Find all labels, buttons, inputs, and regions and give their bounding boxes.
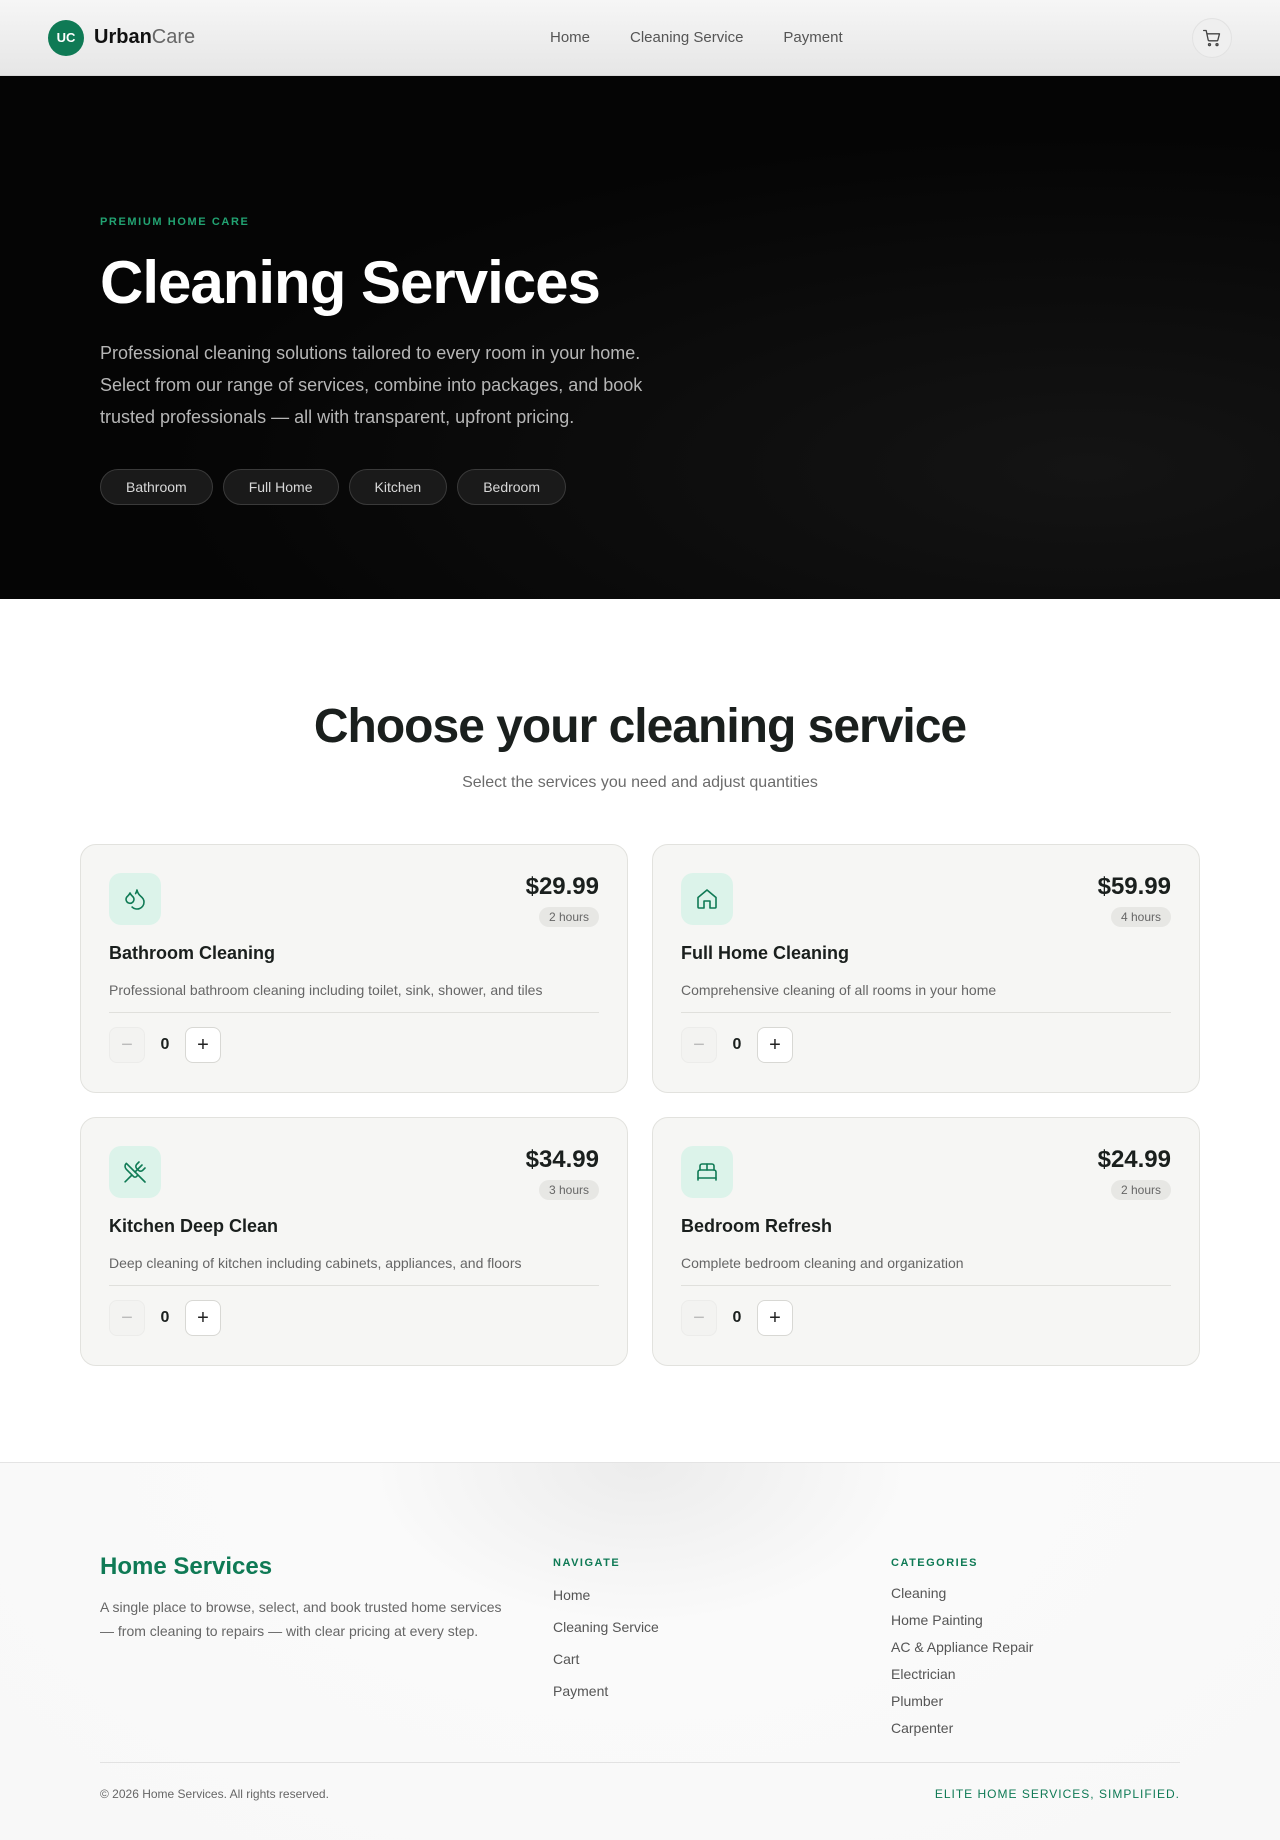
service-card-bathroom: $29.99 2 hours Bathroom Cleaning Profess…: [80, 844, 628, 1093]
footer-link-cart[interactable]: Cart: [553, 1651, 891, 1667]
logo-badge: UC: [48, 19, 84, 56]
service-duration-badge: 3 hours: [538, 1180, 599, 1200]
service-price: $34.99: [525, 1146, 599, 1173]
brand-name-light: Care: [151, 26, 196, 48]
hero-kicker: PREMIUM HOME CARE: [100, 216, 250, 228]
logo[interactable]: UC UrbanCare: [48, 19, 195, 56]
footer-brand: Home Services A single place to browse, …: [100, 1553, 553, 1736]
footer-link-cleaning-service[interactable]: Cleaning Service: [553, 1619, 891, 1635]
service-description: Comprehensive cleaning of all rooms in y…: [681, 982, 997, 998]
decrement-button[interactable]: −: [109, 1027, 145, 1063]
footer-link-home[interactable]: Home: [553, 1587, 891, 1603]
service-duration-badge: 2 hours: [1110, 1180, 1171, 1200]
decrement-button[interactable]: −: [681, 1300, 717, 1336]
plus-icon: +: [197, 1306, 209, 1329]
service-duration-badge: 2 hours: [538, 907, 599, 927]
minus-icon: −: [121, 1306, 133, 1329]
service-card-full-home: $59.99 4 hours Full Home Cleaning Compre…: [652, 844, 1200, 1093]
plus-icon: +: [197, 1033, 209, 1056]
increment-button[interactable]: +: [185, 1027, 221, 1063]
footer-navigate-heading: NAVIGATE: [553, 1557, 621, 1569]
top-navbar: UC UrbanCare Home Cleaning Service Payme…: [0, 0, 1280, 76]
cart-icon: [1203, 29, 1221, 46]
footer-category-plumber[interactable]: Plumber: [891, 1693, 1033, 1709]
nav-link-home[interactable]: Home: [550, 29, 590, 46]
service-description: Complete bedroom cleaning and organizati…: [681, 1255, 964, 1271]
footer-categories-heading: CATEGORIES: [891, 1557, 978, 1569]
divider: [681, 1012, 1171, 1013]
footer-navigate: NAVIGATE Home Cleaning Service Cart Paym…: [553, 1553, 891, 1736]
quantity-stepper: − 0 +: [109, 1027, 599, 1063]
quantity-value: 0: [160, 1309, 170, 1326]
footer-category-electrician[interactable]: Electrician: [891, 1666, 1033, 1682]
service-price: $24.99: [1097, 1146, 1171, 1173]
service-duration-badge: 4 hours: [1110, 907, 1171, 927]
service-grid: $29.99 2 hours Bathroom Cleaning Profess…: [80, 844, 1200, 1366]
bed-icon: [681, 1146, 733, 1198]
quantity-value: 0: [732, 1309, 742, 1326]
chip-bedroom[interactable]: Bedroom: [457, 469, 567, 505]
quantity-value: 0: [732, 1036, 742, 1053]
minus-icon: −: [693, 1033, 705, 1056]
quantity-stepper: − 0 +: [681, 1300, 1171, 1336]
chip-bathroom[interactable]: Bathroom: [100, 469, 213, 505]
quantity-value: 0: [160, 1036, 170, 1053]
brand-name-bold: Urban: [94, 26, 152, 48]
service-price: $59.99: [1097, 873, 1171, 900]
service-card-bedroom: $24.99 2 hours Bedroom Refresh Complete …: [652, 1117, 1200, 1366]
plus-icon: +: [769, 1306, 781, 1329]
divider: [109, 1285, 599, 1286]
footer-title: Home Services: [100, 1553, 273, 1580]
services-subtitle: Select the services you need and adjust …: [462, 774, 818, 791]
brand-name: UrbanCare: [94, 26, 195, 49]
decrement-button[interactable]: −: [109, 1300, 145, 1336]
footer-link-payment[interactable]: Payment: [553, 1683, 891, 1699]
increment-button[interactable]: +: [185, 1300, 221, 1336]
footer-category-carpenter[interactable]: Carpenter: [891, 1720, 1033, 1736]
footer-bottom-bar: © 2026 Home Services. All rights reserve…: [100, 1762, 1180, 1801]
service-title: Kitchen Deep Clean: [109, 1216, 279, 1236]
main-nav: Home Cleaning Service Payment: [550, 29, 843, 46]
droplets-icon: [109, 873, 161, 925]
hero-description: Professional cleaning solutions tailored…: [100, 343, 643, 427]
footer: Home Services A single place to browse, …: [0, 1462, 1280, 1840]
quantity-stepper: − 0 +: [681, 1027, 1171, 1063]
cart-button[interactable]: [1192, 17, 1232, 58]
footer-tagline: ELITE HOME SERVICES, SIMPLIFIED.: [934, 1787, 1180, 1801]
service-description: Professional bathroom cleaning including…: [109, 982, 543, 998]
divider: [109, 1012, 599, 1013]
quantity-stepper: − 0 +: [109, 1300, 599, 1336]
service-title: Bedroom Refresh: [681, 1216, 833, 1236]
plus-icon: +: [769, 1033, 781, 1056]
footer-category-cleaning[interactable]: Cleaning: [891, 1585, 1033, 1601]
nav-link-cleaning-service[interactable]: Cleaning Service: [630, 29, 743, 46]
decrement-button[interactable]: −: [681, 1027, 717, 1063]
chip-full-home[interactable]: Full Home: [222, 469, 339, 505]
hero-title: Cleaning Services: [100, 249, 601, 316]
chip-kitchen[interactable]: Kitchen: [348, 469, 448, 505]
service-card-kitchen: $34.99 3 hours Kitchen Deep Clean Deep c…: [80, 1117, 628, 1366]
increment-button[interactable]: +: [757, 1300, 793, 1336]
divider: [681, 1285, 1171, 1286]
home-icon: [681, 873, 733, 925]
footer-categories: CATEGORIES Cleaning Home Painting AC & A…: [891, 1553, 1033, 1736]
minus-icon: −: [121, 1033, 133, 1056]
service-title: Bathroom Cleaning: [109, 943, 276, 963]
services-title: Choose your cleaning service: [313, 700, 967, 753]
category-chips: Bathroom Full Home Kitchen Bedroom: [100, 469, 1180, 505]
minus-icon: −: [693, 1306, 705, 1329]
service-title: Full Home Cleaning: [681, 943, 850, 963]
services-section: Choose your cleaning service Select the …: [0, 599, 1280, 1462]
footer-description: A single place to browse, select, and bo…: [100, 1599, 502, 1639]
service-description: Deep cleaning of kitchen including cabin…: [109, 1255, 522, 1271]
copyright: © 2026 Home Services. All rights reserve…: [100, 1787, 329, 1801]
footer-category-ac-appliance-repair[interactable]: AC & Appliance Repair: [891, 1639, 1033, 1655]
utensils-icon: [109, 1146, 161, 1198]
footer-category-home-painting[interactable]: Home Painting: [891, 1612, 1033, 1628]
increment-button[interactable]: +: [757, 1027, 793, 1063]
service-price: $29.99: [525, 873, 599, 900]
nav-link-payment[interactable]: Payment: [783, 29, 842, 46]
hero-section: PREMIUM HOME CARE Cleaning Services Prof…: [0, 76, 1280, 599]
